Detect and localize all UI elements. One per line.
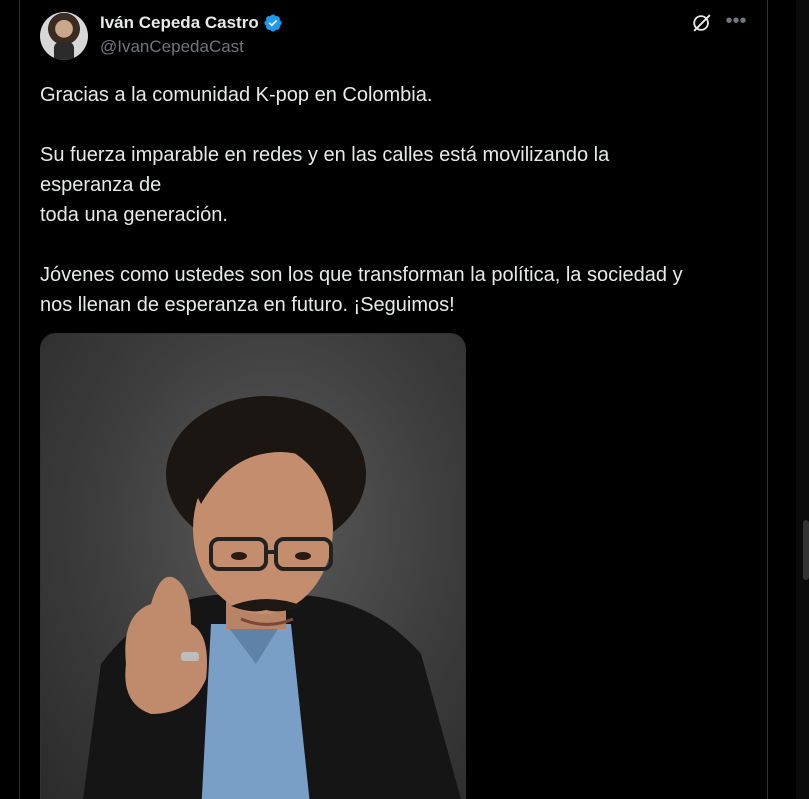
column-border-right bbox=[767, 0, 768, 799]
tweet-line: toda una generación. bbox=[40, 204, 228, 226]
scrollbar-thumb[interactable] bbox=[803, 520, 809, 580]
name-row: Iván Cepeda Castro bbox=[100, 12, 283, 34]
avatar-figure bbox=[54, 42, 74, 60]
tweet-line-gap bbox=[40, 230, 755, 260]
avatar[interactable] bbox=[40, 12, 88, 60]
more-icon[interactable]: ••• bbox=[725, 11, 747, 34]
page: Iván Cepeda Castro @IvanCepedaCast ••• G… bbox=[0, 0, 809, 799]
display-name[interactable]: Iván Cepeda Castro bbox=[100, 12, 259, 34]
tweet-line: Su fuerza imparable en redes y en las ca… bbox=[40, 144, 610, 166]
handle[interactable]: @IvanCepedaCast bbox=[100, 36, 283, 58]
verified-badge-icon[interactable] bbox=[263, 13, 283, 33]
scrollbar-track[interactable] bbox=[796, 0, 809, 799]
tweet-text: Gracias a la comunidad K-pop en Colombia… bbox=[40, 80, 755, 320]
portrait-illustration bbox=[83, 396, 461, 799]
tweet-line: Jóvenes como ustedes son los que transfo… bbox=[40, 264, 683, 286]
tweet-line: esperanza de bbox=[40, 174, 162, 196]
tweet-line: Gracias a la comunidad K-pop en Colombia… bbox=[40, 84, 433, 106]
tweet-photo[interactable] bbox=[40, 333, 466, 799]
grok-icon[interactable] bbox=[691, 12, 713, 34]
tweet-line: nos llenan de esperanza en futuro. ¡Segu… bbox=[40, 294, 455, 316]
tweet[interactable]: Iván Cepeda Castro @IvanCepedaCast ••• G… bbox=[20, 0, 767, 799]
tweet-line-gap bbox=[40, 110, 755, 140]
tweet-author: Iván Cepeda Castro @IvanCepedaCast bbox=[100, 12, 283, 58]
